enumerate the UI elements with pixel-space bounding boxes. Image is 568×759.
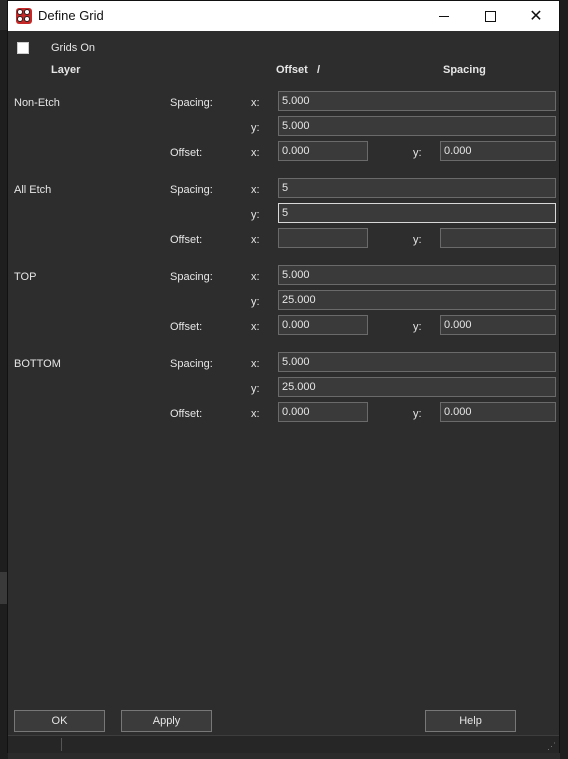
x-label: x: [251, 321, 260, 333]
top-offset-x-input[interactable] [278, 315, 368, 335]
offset-label: Offset: [170, 408, 203, 420]
app-logo-icon [16, 8, 32, 24]
status-bar: ⋰ [8, 735, 559, 753]
y-label: y: [251, 296, 260, 308]
non-etch-spacing-y-input[interactable] [278, 116, 556, 136]
offset-header: Offset [276, 64, 308, 76]
non-etch-spacing-x-input[interactable] [278, 91, 556, 111]
spacing-header: Spacing [443, 64, 486, 76]
x-label: x: [251, 184, 260, 196]
window-title: Define Grid [38, 8, 104, 23]
x-label: x: [251, 271, 260, 283]
y-label: y: [251, 209, 260, 221]
layer-name-non-etch: Non-Etch [14, 97, 60, 109]
apply-button[interactable]: Apply [121, 710, 212, 732]
minimize-button[interactable] [421, 1, 467, 31]
y-label: y: [413, 321, 422, 333]
x-label: x: [251, 97, 260, 109]
top-offset-y-input[interactable] [440, 315, 556, 335]
all-etch-offset-y-input[interactable] [440, 228, 556, 248]
y-label: y: [413, 234, 422, 246]
header-slash: / [317, 64, 321, 76]
close-button[interactable]: ✕ [513, 1, 559, 31]
layer-name-all-etch: All Etch [14, 184, 52, 196]
ok-button[interactable]: OK [14, 710, 105, 732]
grids-on-checkbox[interactable] [17, 42, 29, 54]
top-spacing-y-input[interactable] [278, 290, 556, 310]
all-etch-spacing-x-input[interactable] [278, 178, 556, 198]
top-spacing-x-input[interactable] [278, 265, 556, 285]
y-label: y: [413, 147, 422, 159]
offset-label: Offset: [170, 234, 203, 246]
y-label: y: [413, 408, 422, 420]
bottom-spacing-y-input[interactable] [278, 377, 556, 397]
bottom-offset-y-input[interactable] [440, 402, 556, 422]
maximize-button[interactable] [467, 1, 513, 31]
offset-label: Offset: [170, 321, 203, 333]
background-app-strip [560, 0, 568, 759]
spacing-label: Spacing: [170, 184, 213, 196]
bottom-offset-x-input[interactable] [278, 402, 368, 422]
define-grid-dialog: Define Grid ✕ Grids On Layer Offset / Sp… [7, 0, 560, 753]
layer-header: Layer [51, 64, 81, 76]
status-separator [61, 738, 62, 751]
x-label: x: [251, 408, 260, 420]
spacing-label: Spacing: [170, 358, 213, 370]
y-label: y: [251, 122, 260, 134]
spacing-label: Spacing: [170, 271, 213, 283]
title-bar[interactable]: Define Grid ✕ [8, 1, 559, 31]
all-etch-spacing-y-input[interactable] [278, 203, 556, 223]
non-etch-offset-x-input[interactable] [278, 141, 368, 161]
maximize-icon [484, 10, 496, 22]
x-label: x: [251, 234, 260, 246]
x-label: x: [251, 147, 260, 159]
x-label: x: [251, 358, 260, 370]
minimize-icon [439, 15, 449, 17]
y-label: y: [251, 383, 260, 395]
spacing-label: Spacing: [170, 97, 213, 109]
help-button[interactable]: Help [425, 710, 516, 732]
layer-name-top: TOP [14, 271, 37, 283]
non-etch-offset-y-input[interactable] [440, 141, 556, 161]
close-icon: ✕ [529, 8, 543, 25]
all-etch-offset-x-input[interactable] [278, 228, 368, 248]
resize-grip-icon[interactable]: ⋰ [547, 741, 557, 751]
layer-name-bottom: BOTTOM [14, 358, 61, 370]
offset-label: Offset: [170, 147, 203, 159]
grids-on-label: Grids On [51, 42, 96, 54]
bottom-spacing-x-input[interactable] [278, 352, 556, 372]
